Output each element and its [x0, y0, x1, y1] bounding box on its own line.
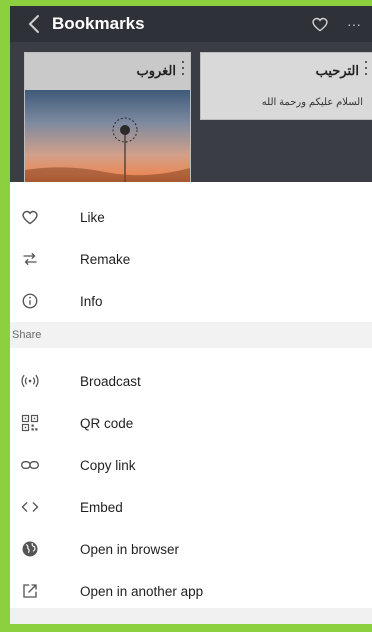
menu-item-label: QR code — [80, 415, 134, 431]
globe-icon — [18, 537, 42, 561]
card-menu-icon[interactable] — [363, 61, 369, 75]
back-chevron-icon[interactable] — [20, 10, 48, 38]
menu-item-broadcast[interactable]: Broadcast — [10, 360, 372, 402]
bookmark-card-welcome[interactable]: الترحيب السلام عليكم ورحمة الله — [200, 52, 372, 120]
menu-item-label: Info — [80, 293, 103, 309]
menu-item-label: Open in another app — [80, 583, 204, 599]
menu-item-label: Open in browser — [80, 541, 180, 557]
menu-item-label: Copy link — [80, 457, 136, 473]
qr-code-icon — [18, 411, 42, 435]
app-frame: Bookmarks ··· الغروب الترحيب السلام عليك… — [10, 6, 372, 624]
menu-item-label: Embed — [80, 499, 123, 515]
next-section-header — [10, 608, 372, 624]
embed-icon — [18, 495, 42, 519]
menu-item-label: Remake — [80, 251, 131, 267]
remake-icon — [18, 247, 42, 271]
menu-item-open-in-another-app[interactable]: Open in another app — [10, 570, 372, 612]
page-title: Bookmarks — [52, 14, 145, 33]
info-icon — [18, 289, 42, 313]
menu-item-qr-code[interactable]: QR code — [10, 402, 372, 444]
action-sheet: Like Remake Info Share Broadcast QR code… — [10, 182, 372, 624]
menu-item-embed[interactable]: Embed — [10, 486, 372, 528]
menu-item-remake[interactable]: Remake — [10, 238, 372, 280]
bookmark-card-sunset[interactable]: الغروب — [24, 52, 191, 184]
sunset-thumbnail — [25, 90, 190, 183]
bookmarks-header-area: Bookmarks ··· الغروب الترحيب السلام عليك… — [10, 6, 372, 184]
heart-outline-icon — [18, 205, 42, 229]
link-icon — [18, 453, 42, 477]
card-title: الترحيب — [315, 63, 359, 78]
menu-item-open-in-browser[interactable]: Open in browser — [10, 528, 372, 570]
more-options-icon[interactable]: ··· — [342, 12, 366, 36]
menu-item-info[interactable]: Info — [10, 280, 372, 322]
heart-outline-icon[interactable] — [308, 12, 332, 36]
menu-item-like[interactable]: Like — [10, 196, 372, 238]
menu-item-label: Broadcast — [80, 373, 141, 389]
menu-item-copy-link[interactable]: Copy link — [10, 444, 372, 486]
card-title: الغروب — [136, 63, 176, 78]
menu-item-label: Like — [80, 209, 105, 225]
broadcast-icon — [18, 369, 42, 393]
open-external-icon — [18, 579, 42, 603]
share-section-header: Share — [10, 322, 372, 348]
card-menu-icon[interactable] — [180, 61, 186, 75]
section-label: Share — [12, 329, 42, 341]
card-subtitle: السلام عليكم ورحمة الله — [261, 97, 363, 108]
